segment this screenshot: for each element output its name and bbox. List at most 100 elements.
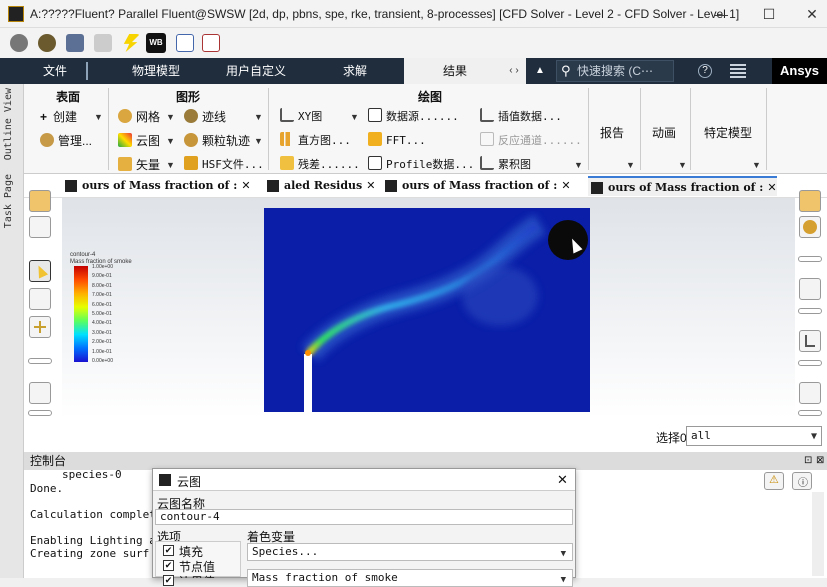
graphics-window: ours of Mass fraction of : ✕ aled Residus… xyxy=(24,174,827,452)
parameters-icon[interactable] xyxy=(176,34,194,52)
select-pointer-icon[interactable] xyxy=(29,260,51,282)
reports-button[interactable]: 报告 xyxy=(600,124,624,141)
residuals-button[interactable]: 残差...... xyxy=(280,156,360,172)
console-scrollbar[interactable] xyxy=(812,492,824,576)
vectors-button[interactable]: 矢量 xyxy=(118,156,160,173)
pathlines-dropdown-icon[interactable]: ▼ xyxy=(254,112,263,122)
model-specific-dropdown-icon[interactable]: ▼ xyxy=(752,160,761,170)
animations-button[interactable]: 动画 xyxy=(652,124,676,141)
graphics-tab-2[interactable]: aled Residus ✕ xyxy=(264,176,375,196)
model-specific-button[interactable]: 特定模型 xyxy=(704,124,752,141)
node-values-checkbox[interactable]: ✔ xyxy=(163,560,174,571)
profile-data-button[interactable]: Profile数据... xyxy=(368,156,474,172)
manage-surface-button[interactable]: 管理... xyxy=(40,132,92,149)
interpolated-data-button[interactable]: 插值数据... xyxy=(480,108,562,124)
vectors-dropdown-icon[interactable]: ▼ xyxy=(166,160,175,170)
copy-window-icon[interactable] xyxy=(799,382,821,404)
read-data-icon[interactable] xyxy=(38,34,56,52)
toolbar-collapse-handle[interactable] xyxy=(798,360,822,366)
dialog-title-bar[interactable] xyxy=(153,469,575,491)
color-category-select[interactable]: Species... ▼ xyxy=(247,543,573,561)
animations-dropdown-icon[interactable]: ▼ xyxy=(678,160,687,170)
collapse-ribbon-icon[interactable]: ▲ xyxy=(530,58,550,84)
quick-search-input[interactable]: ⚲ 快速搜索 (C⋯ xyxy=(556,60,674,82)
plots-dropdown-icon[interactable]: ▼ xyxy=(574,160,583,170)
graphics-tab-3[interactable]: ours of Mass fraction of : ✕ xyxy=(382,176,571,196)
view-settings-icon[interactable] xyxy=(29,216,51,238)
material-icon[interactable] xyxy=(799,216,821,238)
write-case-icon[interactable] xyxy=(66,34,84,52)
fluent-app-icon xyxy=(8,6,24,22)
pathlines-icon xyxy=(184,109,198,123)
workbench-icon[interactable]: WB xyxy=(146,33,166,53)
graphics-settings-icon[interactable] xyxy=(29,190,51,212)
color-variable-select[interactable]: Mass fraction of smoke ▼ xyxy=(247,569,573,587)
toolbar-collapse-handle[interactable] xyxy=(28,358,52,364)
outline-view-tab[interactable]: Outline View xyxy=(3,88,14,160)
close-tab-icon[interactable]: ✕ xyxy=(767,178,776,198)
close-tab-icon[interactable]: ✕ xyxy=(366,176,375,196)
toolbar-collapse-handle[interactable] xyxy=(798,256,822,262)
close-tab-icon[interactable]: ✕ xyxy=(561,176,570,196)
graphics-tab-1[interactable]: ours of Mass fraction of : ✕ xyxy=(62,176,251,196)
report-icon[interactable] xyxy=(202,34,220,52)
tab-scroll-arrows[interactable]: ‹ › xyxy=(504,58,524,84)
create-dropdown-icon[interactable]: ▼ xyxy=(94,112,103,122)
pathlines-button[interactable]: 迹线 xyxy=(184,108,226,125)
legend-tick-label: 3.00e-01 xyxy=(92,329,112,336)
refresh-icon[interactable] xyxy=(94,34,112,52)
selection-dropdown[interactable]: all ▼ xyxy=(686,426,822,446)
cumulative-plot-button[interactable]: 累积图 xyxy=(480,156,531,172)
xy-plot-dropdown-icon[interactable]: ▼ xyxy=(350,112,359,122)
zoom-box-icon[interactable] xyxy=(29,382,51,404)
particle-tracks-dropdown-icon[interactable]: ▼ xyxy=(254,136,263,146)
rotate-icon[interactable] xyxy=(29,288,51,310)
tab-physics[interactable]: 物理模型 xyxy=(120,58,192,84)
axes-icon[interactable] xyxy=(799,330,821,352)
dialog-close-button[interactable]: ✕ xyxy=(557,472,568,488)
tab-file[interactable]: 文件 xyxy=(24,58,86,84)
reports-dropdown-icon[interactable]: ▼ xyxy=(626,160,635,170)
help-icon[interactable]: ? xyxy=(698,64,712,78)
create-surface-button[interactable]: + 创建 xyxy=(40,108,77,125)
surface-display-icon[interactable] xyxy=(799,190,821,212)
open-case-icon[interactable] xyxy=(10,34,28,52)
fft-button[interactable]: FFT... xyxy=(368,132,426,147)
contours-dropdown-icon[interactable]: ▼ xyxy=(166,136,175,146)
mesh-button[interactable]: 网格 xyxy=(118,108,160,125)
warning-icon[interactable]: ⚠ xyxy=(764,472,784,490)
contours-button[interactable]: 云图 xyxy=(118,132,160,149)
legend-tick-label: 9.00e-01 xyxy=(92,273,112,280)
toolbar-collapse-handle[interactable] xyxy=(28,410,52,416)
float-panel-icon[interactable]: ⊡ xyxy=(804,452,812,470)
mesh-dropdown-icon[interactable]: ▼ xyxy=(166,112,175,122)
contour-name-input[interactable]: contour-4 xyxy=(155,509,573,525)
graphics-tab-icon xyxy=(591,182,603,194)
tab-user-defined[interactable]: 用户自定义 xyxy=(216,58,296,84)
histogram-button[interactable]: 直方图... xyxy=(280,132,351,148)
layout-menu-icon[interactable] xyxy=(730,64,746,78)
maximize-button[interactable]: ☐ xyxy=(754,4,784,24)
hsf-file-button[interactable]: HSF文件... xyxy=(184,156,264,172)
minimize-button[interactable]: — xyxy=(706,4,736,24)
boundary-values-checkbox[interactable]: ✔ xyxy=(163,575,174,586)
data-sources-button[interactable]: 数据源...... xyxy=(368,108,459,124)
toolbar-collapse-handle[interactable] xyxy=(798,308,822,314)
graphics-tab-4-active[interactable]: ours of Mass fraction of : ✕ xyxy=(588,176,777,196)
close-tab-icon[interactable]: ✕ xyxy=(241,176,250,196)
xy-plot-button[interactable]: XY图 xyxy=(280,108,322,124)
filled-checkbox[interactable]: ✔ xyxy=(163,545,174,556)
legend-tick-label: 0.00e+00 xyxy=(92,358,113,364)
view-eye-icon[interactable] xyxy=(799,278,821,300)
particle-tracks-button[interactable]: 颗粒轨迹 xyxy=(184,132,250,149)
graphics-viewport[interactable]: contour-4 Mass fraction of smoke 1.00e+0… xyxy=(62,198,795,418)
info-icon[interactable]: ⓘ xyxy=(792,472,812,490)
pan-icon[interactable] xyxy=(29,316,51,338)
toolbar-collapse-handle[interactable] xyxy=(798,410,822,416)
close-panel-icon[interactable]: ⊠ xyxy=(816,452,824,470)
task-page-tab[interactable]: Task Page xyxy=(3,174,14,228)
tab-solution[interactable]: 求解 xyxy=(330,58,380,84)
lightning-icon[interactable] xyxy=(123,34,140,52)
close-button[interactable]: ✕ xyxy=(797,4,827,24)
legend-colorbar xyxy=(74,266,88,362)
